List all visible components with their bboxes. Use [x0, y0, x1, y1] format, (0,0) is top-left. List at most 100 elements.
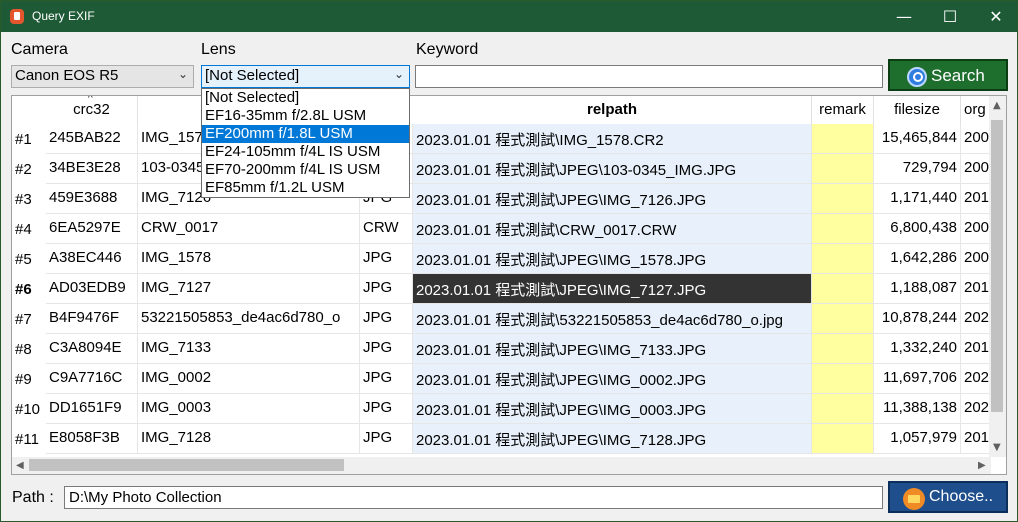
- cell-name[interactable]: CRW_0017: [138, 214, 360, 244]
- cell-relpath[interactable]: 2023.01.01 程式測試\IMG_1578.CR2: [413, 124, 812, 154]
- cell-relpath[interactable]: 2023.01.01 程式測試\JPEG\IMG_1578.JPG: [413, 244, 812, 274]
- column-header-relpath[interactable]: relpath: [413, 96, 812, 124]
- column-header-org[interactable]: org: [961, 96, 991, 124]
- cell-relpath[interactable]: 2023.01.01 程式測試\CRW_0017.CRW: [413, 214, 812, 244]
- cell-remark[interactable]: [812, 424, 874, 454]
- cell-crc32[interactable]: DD1651F9: [46, 394, 138, 424]
- minimize-button[interactable]: —: [881, 1, 927, 32]
- cell-ext[interactable]: JPG: [360, 304, 413, 334]
- cell-remark[interactable]: [812, 244, 874, 274]
- cell-filesize[interactable]: 6,800,438: [874, 214, 961, 244]
- cell-crc32[interactable]: B4F9476F: [46, 304, 138, 334]
- cell-remark[interactable]: [812, 184, 874, 214]
- row-header[interactable]: #8: [12, 334, 46, 364]
- cell-ext[interactable]: JPG: [360, 274, 413, 304]
- cell-relpath[interactable]: 2023.01.01 程式測試\JPEG\IMG_7126.JPG: [413, 184, 812, 214]
- cell-filesize[interactable]: 1,642,286: [874, 244, 961, 274]
- cell-name[interactable]: IMG_7133: [138, 334, 360, 364]
- cell-relpath[interactable]: 2023.01.01 程式測試\JPEG\103-0345_IMG.JPG: [413, 154, 812, 184]
- cell-crc32[interactable]: 6EA5297E: [46, 214, 138, 244]
- scroll-down-icon[interactable]: ▼: [993, 442, 1001, 453]
- cell-remark[interactable]: [812, 214, 874, 244]
- cell-name[interactable]: IMG_1578: [138, 244, 360, 274]
- row-header[interactable]: #6: [12, 274, 46, 304]
- scroll-right-icon[interactable]: ▶: [978, 460, 986, 471]
- cell-filesize[interactable]: 1,332,240: [874, 334, 961, 364]
- lens-option[interactable]: EF16-35mm f/2.8L USM: [202, 107, 409, 125]
- cell-crc32[interactable]: 459E3688: [46, 184, 138, 214]
- column-header-crc32[interactable]: crc32 ^: [46, 96, 138, 124]
- row-header[interactable]: #7: [12, 304, 46, 334]
- cell-relpath[interactable]: 2023.01.01 程式測試\JPEG\IMG_7128.JPG: [413, 424, 812, 454]
- cell-remark[interactable]: [812, 154, 874, 184]
- cell-crc32[interactable]: 34BE3E28: [46, 154, 138, 184]
- row-header[interactable]: #4: [12, 214, 46, 244]
- cell-filesize[interactable]: 1,171,440: [874, 184, 961, 214]
- row-header[interactable]: #3: [12, 184, 46, 214]
- lens-dropdown-list[interactable]: [Not Selected] EF16-35mm f/2.8L USM EF200m…: [201, 88, 410, 198]
- cell-ext[interactable]: JPG: [360, 244, 413, 274]
- cell-relpath[interactable]: 2023.01.01 程式測試\JPEG\IMG_0003.JPG: [413, 394, 812, 424]
- lens-option[interactable]: EF24-105mm f/4L IS USM: [202, 143, 409, 161]
- cell-crc32[interactable]: E8058F3B: [46, 424, 138, 454]
- column-header-remark[interactable]: remark: [812, 96, 874, 124]
- cell-org[interactable]: 201: [961, 334, 991, 364]
- cell-filesize[interactable]: 10,878,244: [874, 304, 961, 334]
- cell-name[interactable]: IMG_0003: [138, 394, 360, 424]
- cell-ext[interactable]: JPG: [360, 424, 413, 454]
- cell-filesize[interactable]: 1,188,087: [874, 274, 961, 304]
- scroll-up-icon[interactable]: ▲: [993, 100, 1001, 111]
- vertical-scroll-thumb[interactable]: [991, 120, 1003, 412]
- camera-select[interactable]: Canon EOS R5 ⌄: [11, 65, 194, 88]
- vertical-scrollbar[interactable]: ▲ ▼: [989, 96, 1006, 457]
- close-button[interactable]: ✕: [973, 1, 1018, 32]
- cell-org[interactable]: 201: [961, 424, 991, 454]
- cell-remark[interactable]: [812, 124, 874, 154]
- cell-name[interactable]: IMG_7128: [138, 424, 360, 454]
- column-header-filesize[interactable]: filesize: [874, 96, 961, 124]
- row-header[interactable]: #5: [12, 244, 46, 274]
- cell-relpath[interactable]: 2023.01.01 程式測試\JPEG\IMG_7127.JPG: [413, 274, 812, 304]
- cell-crc32[interactable]: 245BAB22: [46, 124, 138, 154]
- cell-relpath[interactable]: 2023.01.01 程式測試\JPEG\IMG_0002.JPG: [413, 364, 812, 394]
- lens-option[interactable]: EF70-200mm f/4L IS USM: [202, 161, 409, 179]
- scroll-left-icon[interactable]: ◀: [16, 460, 24, 471]
- cell-org[interactable]: 202: [961, 304, 991, 334]
- maximize-button[interactable]: ☐: [927, 1, 973, 32]
- cell-name[interactable]: IMG_0002: [138, 364, 360, 394]
- search-button[interactable]: Search: [888, 59, 1008, 91]
- cell-ext[interactable]: JPG: [360, 364, 413, 394]
- row-header[interactable]: #1: [12, 124, 46, 154]
- cell-org[interactable]: 200: [961, 154, 991, 184]
- cell-ext[interactable]: JPG: [360, 334, 413, 364]
- path-input[interactable]: [64, 486, 883, 509]
- cell-org[interactable]: 202: [961, 364, 991, 394]
- row-header[interactable]: #2: [12, 154, 46, 184]
- lens-option[interactable]: EF85mm f/1.2L USM: [202, 179, 409, 197]
- cell-org[interactable]: 200: [961, 214, 991, 244]
- choose-button[interactable]: Choose..: [888, 481, 1008, 513]
- cell-remark[interactable]: [812, 334, 874, 364]
- lens-option[interactable]: [Not Selected]: [202, 89, 409, 107]
- cell-remark[interactable]: [812, 304, 874, 334]
- cell-org[interactable]: 201: [961, 274, 991, 304]
- cell-org[interactable]: 200: [961, 244, 991, 274]
- horizontal-scroll-thumb[interactable]: [29, 459, 344, 471]
- cell-remark[interactable]: [812, 274, 874, 304]
- row-header[interactable]: #10: [12, 394, 46, 424]
- cell-ext[interactable]: JPG: [360, 394, 413, 424]
- cell-remark[interactable]: [812, 394, 874, 424]
- cell-crc32[interactable]: C9A7716C: [46, 364, 138, 394]
- cell-remark[interactable]: [812, 364, 874, 394]
- cell-crc32[interactable]: A38EC446: [46, 244, 138, 274]
- cell-filesize[interactable]: 15,465,844: [874, 124, 961, 154]
- cell-filesize[interactable]: 729,794: [874, 154, 961, 184]
- lens-select[interactable]: [Not Selected] ⌄: [201, 65, 410, 88]
- keyword-input[interactable]: [415, 65, 883, 88]
- cell-org[interactable]: 201: [961, 184, 991, 214]
- row-header[interactable]: #11: [12, 424, 46, 454]
- lens-option[interactable]: EF200mm f/1.8L USM: [202, 125, 409, 143]
- exif-grid[interactable]: crc32 ^ relpath remark filesize org #1 24…: [11, 95, 1007, 475]
- cell-name[interactable]: IMG_7127: [138, 274, 360, 304]
- cell-filesize[interactable]: 1,057,979: [874, 424, 961, 454]
